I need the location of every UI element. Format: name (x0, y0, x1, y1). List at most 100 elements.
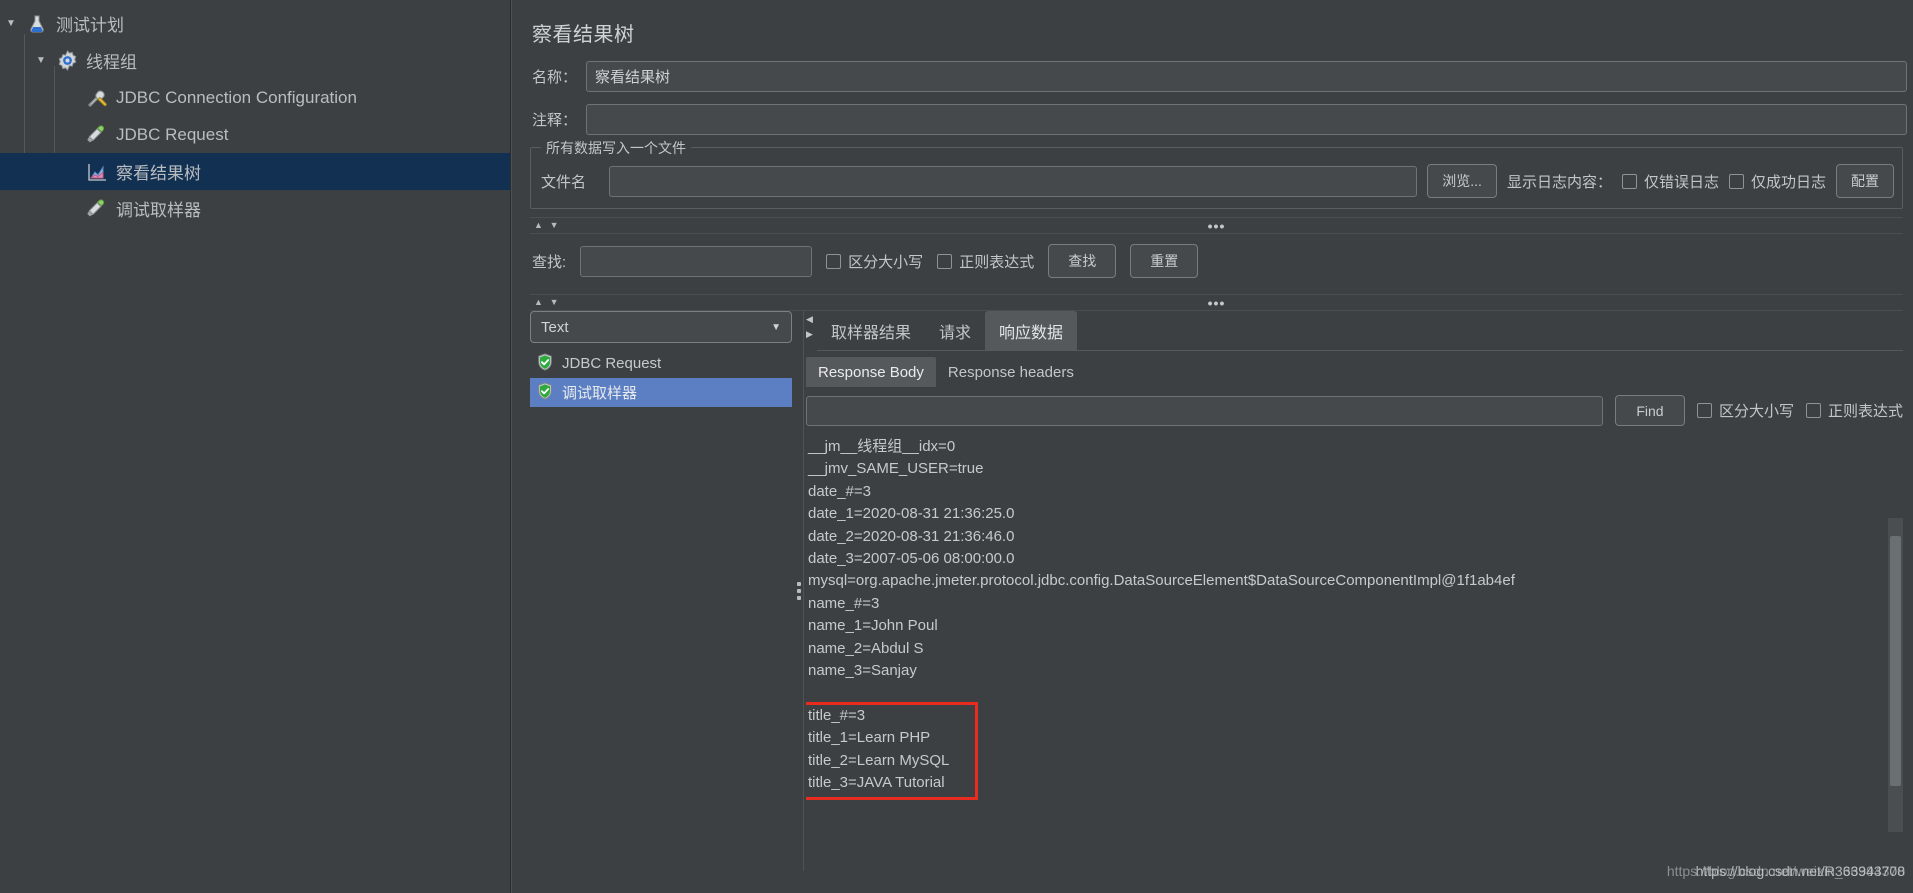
tab-1[interactable]: 请求 (925, 311, 985, 350)
drag-grip-icon[interactable] (797, 582, 801, 600)
split-bar-top[interactable]: ▲ ▼ ••• (530, 217, 1903, 234)
detail-tabs[interactable]: 取样器结果 请求 响应数据 (817, 311, 1903, 351)
shield-success-icon (536, 352, 554, 375)
collapse-arrows-icon[interactable]: ▲ ▼ (530, 221, 562, 230)
tree-item-label: 察看结果树 (116, 164, 201, 183)
response-body-line-0: __jm__线程组__idx=0 (808, 438, 956, 455)
subtab-0[interactable]: Response Body (806, 357, 936, 387)
subtab-1[interactable]: Response headers (936, 357, 1086, 387)
pipette-icon (82, 124, 112, 146)
result-list-item-label: JDBC Request (562, 355, 662, 372)
response-body-line-5: date_3=2007-05-06 08:00:00.0 (808, 550, 1015, 568)
tree-item-4[interactable]: ▼察看结果树 (0, 153, 510, 190)
jmeter-window: ▼测试计划▼线程组▼JDBC Connection Configuration▼… (0, 0, 1913, 893)
browse-button[interactable]: 浏览... (1427, 164, 1497, 198)
response-body-line-15: title_3=JAVA Tutorial (808, 774, 945, 792)
response-body-line-4: date_2=2020-08-31 21:36:46.0 (808, 527, 1015, 545)
response-body-line-7: name_#=3 (808, 594, 880, 612)
configure-button[interactable]: 配置 (1836, 164, 1894, 198)
search-regex-label: 正则表达式 (959, 253, 1035, 271)
wrench-screwdriver-icon (82, 87, 112, 109)
response-body-line-11 (806, 682, 1903, 704)
renderer-selected-value: Text (541, 318, 569, 336)
search-row: 查找: 区分大小写 正则表达式 查找 重置 (524, 234, 1907, 286)
name-field-row: 名称： (524, 61, 1907, 92)
response-body-line-9: name_2=Abdul S (808, 639, 924, 657)
tab-0[interactable]: 取样器结果 (817, 311, 925, 350)
split-grip-icon[interactable]: ••• (1208, 219, 1226, 233)
result-list-item-label: 调试取样器 (562, 385, 638, 402)
name-label: 名称： (532, 69, 578, 86)
response-find-row: Find 区分大小写 正则表达式 (806, 387, 1903, 434)
tree-item-label: 测试计划 (56, 16, 124, 35)
pipette-icon (82, 198, 112, 220)
filename-input[interactable] (609, 165, 1418, 197)
result-list-column: Text ▼ JDBC Request 调试取样器 (530, 311, 792, 871)
split-bar-bottom[interactable]: ▲ ▼ ••• (530, 294, 1903, 311)
errors-only-checkbox[interactable]: 仅错误日志 (1621, 171, 1719, 192)
response-case-sensitive-label: 区分大小写 (1718, 403, 1794, 420)
renderer-select[interactable]: Text ▼ (530, 311, 792, 343)
search-find-button[interactable]: 查找 (1048, 244, 1117, 278)
response-body-line-12: title_#=3 (808, 706, 866, 724)
response-find-button[interactable]: Find (1614, 395, 1685, 426)
results-split-handle[interactable] (792, 311, 806, 871)
tree-item-label: 调试取样器 (116, 201, 201, 220)
response-body-line-10: name_3=Sanjay (808, 662, 917, 680)
response-regex-checkbox[interactable]: 正则表达式 (1805, 400, 1903, 421)
page-title: 察看结果树 (532, 24, 635, 46)
checkbox-box-icon[interactable] (1805, 403, 1821, 418)
log-display-label: 显示日志内容： (1506, 173, 1612, 191)
tree-item-1[interactable]: ▼ 线程组 (0, 42, 510, 79)
group-legend: 所有数据写入一个文件 (541, 138, 691, 158)
results-area: Text ▼ JDBC Request 调试取样器 ◀ ▶ 取样器结果 请求 响应数据… (530, 311, 1903, 871)
tree-item-label: 线程组 (86, 53, 137, 72)
search-reset-button[interactable]: 重置 (1130, 244, 1199, 278)
chevron-down-icon[interactable]: ▼ (0, 18, 22, 29)
chevron-down-icon[interactable]: ▼ (771, 322, 781, 333)
response-body-line-8: name_1=John Poul (808, 617, 938, 635)
response-body-scrollbar[interactable] (1888, 518, 1903, 832)
checkbox-box-icon[interactable] (1621, 173, 1637, 189)
tree-item-0[interactable]: ▼ 测试计划 (0, 5, 510, 42)
response-find-input[interactable] (806, 395, 1603, 426)
result-list-item-1[interactable]: 调试取样器 (530, 378, 792, 407)
search-regex-checkbox[interactable]: 正则表达式 (937, 251, 1034, 272)
tree-item-label: JDBC Connection Configuration (116, 87, 357, 107)
response-body-line-1: __jmv_SAME_USER=true (808, 460, 984, 478)
result-list-item-0[interactable]: JDBC Request (530, 349, 792, 378)
tree-item-5[interactable]: ▼调试取样器 (0, 190, 510, 227)
tab-2[interactable]: 响应数据 (985, 311, 1078, 350)
tree-item-2[interactable]: ▼JDBC Connection Configuration (0, 79, 510, 116)
chevron-down-icon[interactable]: ▼ (30, 55, 52, 66)
success-only-checkbox[interactable]: 仅成功日志 (1728, 171, 1826, 192)
search-input[interactable] (580, 245, 813, 277)
flask-icon (22, 14, 52, 34)
checkbox-box-icon[interactable] (1696, 403, 1712, 418)
response-case-sensitive-checkbox[interactable]: 区分大小写 (1696, 400, 1794, 421)
response-subtabs[interactable]: Response Body Response headers (806, 357, 1903, 387)
collapse-arrows-icon[interactable]: ▲ ▼ (530, 298, 562, 307)
checkbox-box-icon[interactable] (1728, 173, 1744, 189)
split-grip-icon[interactable]: ••• (1208, 296, 1226, 310)
tab-scroll-arrows[interactable]: ◀ ▶ (806, 311, 817, 339)
sampler-result-list[interactable]: JDBC Request 调试取样器 (530, 349, 792, 871)
tree-item-label: JDBC Request (116, 124, 229, 144)
write-all-data-to-file-group: 所有数据写入一个文件 文件名 浏览... 显示日志内容： 仅错误日志 仅成功日志… (530, 138, 1903, 209)
scroll-left-icon[interactable]: ◀ (806, 315, 817, 324)
search-case-sensitive-checkbox[interactable]: 区分大小写 (826, 251, 923, 272)
comment-input[interactable] (586, 104, 1907, 135)
response-body-text[interactable]: __jm__线程组__idx=0 __jmv_SAME_USER=truedate… (806, 434, 1903, 871)
response-detail-panel: ◀ ▶ 取样器结果 请求 响应数据 Response Body Response he… (806, 311, 1903, 871)
response-body-line-2: date_#=3 (808, 482, 871, 500)
test-plan-tree[interactable]: ▼测试计划▼线程组▼JDBC Connection Configuration▼… (0, 0, 511, 893)
name-input[interactable] (586, 61, 1907, 92)
search-label: 查找: (532, 253, 567, 271)
checkbox-box-icon[interactable] (937, 253, 953, 269)
tree-item-3[interactable]: ▼JDBC Request (0, 116, 510, 153)
scroll-right-icon[interactable]: ▶ (806, 330, 817, 339)
checkbox-box-icon[interactable] (826, 253, 842, 269)
chart-icon (82, 161, 112, 183)
view-results-tree-panel: 察看结果树 名称： 注释： 所有数据写入一个文件 文件名 浏览... 显示日志内… (511, 0, 1913, 893)
filename-row: 文件名 浏览... 显示日志内容： 仅错误日志 仅成功日志 配置 (539, 164, 1894, 198)
